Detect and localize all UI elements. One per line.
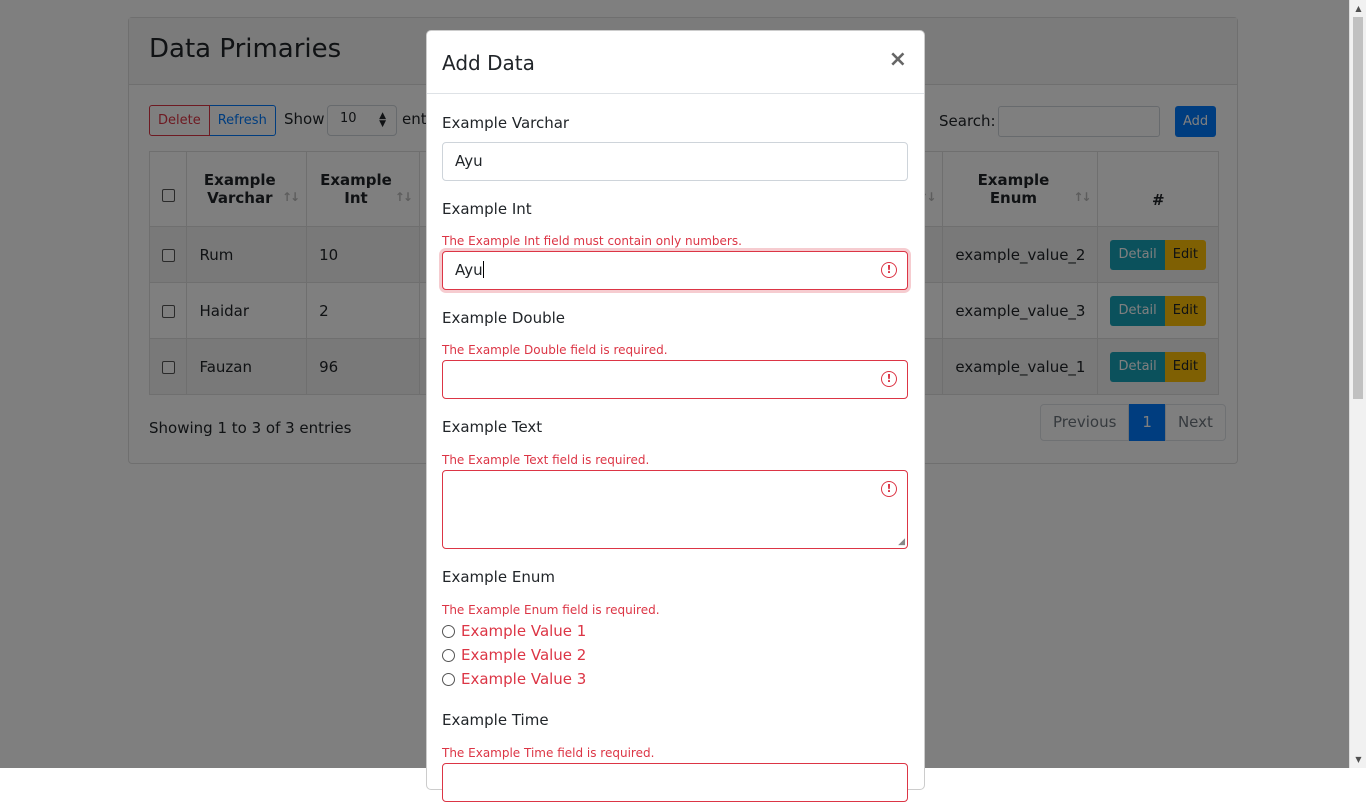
enum-option-1[interactable]: Example Value 1: [442, 622, 586, 640]
double-input[interactable]: !: [442, 360, 908, 399]
enum-error: The Example Enum field is required.: [442, 603, 660, 617]
scroll-down-icon[interactable]: ▼: [1350, 751, 1366, 768]
int-error: The Example Int field must contain only …: [442, 234, 742, 248]
error-icon: !: [881, 371, 897, 387]
scroll-thumb[interactable]: [1353, 17, 1363, 399]
text-caret: [482, 261, 484, 278]
radio-button[interactable]: [442, 672, 455, 686]
enum-label: Example Enum: [442, 568, 555, 586]
error-icon: !: [881, 262, 897, 278]
int-label: Example Int: [442, 200, 532, 218]
double-error: The Example Double field is required.: [442, 343, 668, 357]
radio-button[interactable]: [442, 648, 455, 662]
time-input[interactable]: [442, 763, 908, 802]
enum-option-2[interactable]: Example Value 2: [442, 646, 586, 664]
scroll-up-icon[interactable]: ▲: [1350, 0, 1366, 17]
add-data-modal: Add Data × Example Varchar Ayu Example I…: [426, 30, 925, 802]
radio-button[interactable]: [442, 624, 455, 638]
int-input[interactable]: Ayu !: [442, 251, 908, 290]
double-label: Example Double: [442, 309, 565, 327]
varchar-label: Example Varchar: [442, 114, 570, 132]
modal-header: Add Data ×: [427, 31, 924, 94]
enum-option-3[interactable]: Example Value 3: [442, 670, 586, 688]
resize-grip-icon[interactable]: ◢: [898, 537, 905, 547]
varchar-input[interactable]: Ayu: [442, 142, 908, 181]
time-error: The Example Time field is required.: [442, 746, 655, 760]
close-icon[interactable]: ×: [889, 47, 907, 72]
text-textarea[interactable]: ! ◢: [442, 470, 908, 549]
error-icon: !: [881, 481, 897, 497]
text-label: Example Text: [442, 418, 543, 436]
page-scrollbar[interactable]: ▲ ▼: [1349, 0, 1366, 768]
text-error: The Example Text field is required.: [442, 453, 650, 467]
time-label: Example Time: [442, 711, 549, 729]
modal-title: Add Data: [442, 51, 535, 75]
